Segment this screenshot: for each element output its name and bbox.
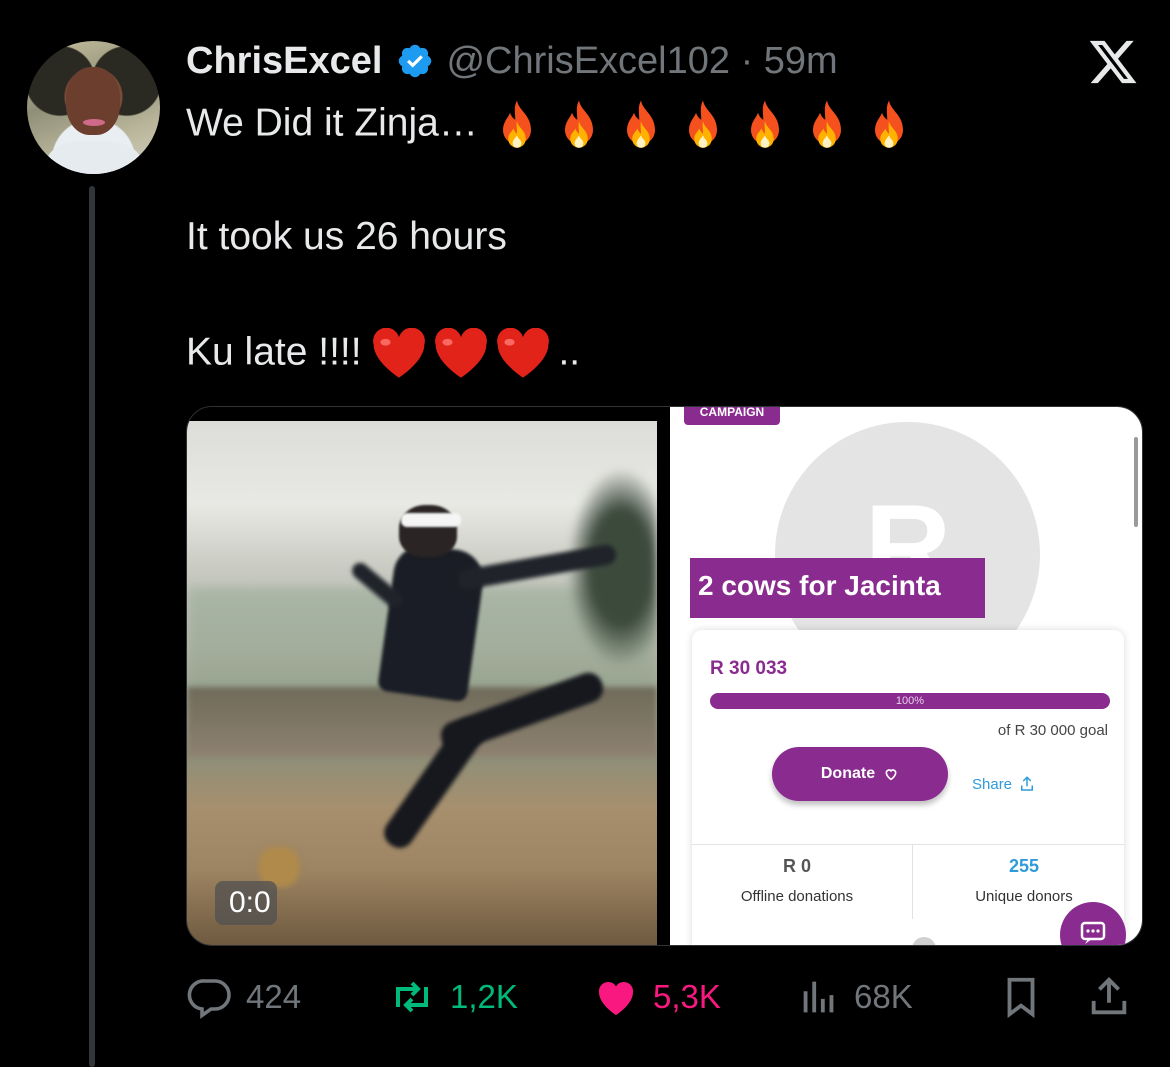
offline-donations-value: R 0: [782, 856, 811, 876]
avatar[interactable]: [27, 41, 160, 174]
fire-emoji-icon: [874, 100, 903, 148]
campaign-card: R 30 033 100% of R 30 000 goal Donate Sh…: [692, 630, 1124, 945]
fire-emoji-icon: [688, 100, 717, 148]
red-heart-emoji-icon: [435, 328, 488, 378]
media-grid[interactable]: 0:0 CAMPAIGN R 2 cows for Jacinta R 30 0…: [186, 406, 1143, 946]
views-count: 68K: [854, 978, 913, 1015]
stats-divider-vertical: [912, 844, 913, 919]
fire-emoji-icon: [812, 100, 841, 148]
scrollbar: [1134, 437, 1138, 527]
tweet-line-3: Ku late !!!! ..: [186, 328, 580, 380]
heart-filled-icon: [598, 981, 634, 1015]
campaign-screenshot[interactable]: CAMPAIGN R 2 cows for Jacinta R 30 033 1…: [670, 407, 1142, 945]
author-name[interactable]: ChrisExcel: [186, 40, 382, 83]
video-thumbnail[interactable]: 0:0: [187, 407, 657, 945]
fire-emoji-row: [489, 100, 923, 148]
views-button[interactable]: 68K: [796, 970, 913, 1024]
action-bar: 424 1,2K 5,3K 68K: [186, 970, 1141, 1024]
fire-emoji-icon: [502, 100, 531, 148]
chat-bubble-icon: [1060, 902, 1126, 945]
red-heart-emoji-icon: [497, 328, 550, 378]
campaign-title: 2 cows for Jacinta: [690, 558, 985, 618]
repost-count: 1,2K: [450, 978, 518, 1015]
chat-icon: [1080, 921, 1106, 944]
campaign-tag: CAMPAIGN: [684, 407, 780, 425]
heart-emoji-row: [372, 328, 558, 378]
amount-raised: R 30 033: [710, 658, 788, 679]
goal-text: of R 30 000 goal: [997, 722, 1108, 739]
x-logo-icon[interactable]: [1085, 36, 1141, 88]
like-count: 5,3K: [653, 978, 721, 1015]
share-link: Share: [972, 775, 1036, 793]
unique-donors-value: 255: [1008, 856, 1040, 876]
tweet-line-1: We Did it Zinja…: [186, 97, 923, 153]
video-timestamp: 0:0: [215, 881, 277, 925]
offline-donations-label: Offline donations: [740, 888, 854, 905]
fire-emoji-icon: [564, 100, 593, 148]
fire-emoji-icon: [626, 100, 655, 148]
fire-emoji-icon: [750, 100, 779, 148]
heart-outline-icon: [885, 769, 897, 781]
progress-bar: 100%: [710, 693, 1110, 709]
red-heart-emoji-icon: [373, 328, 426, 378]
tweet-text-line-1: We Did it Zinja…: [186, 101, 478, 145]
tweet-text-line-3: Ku late !!!!: [186, 330, 362, 374]
share-label: Share: [972, 775, 1013, 793]
avatar-lips: [83, 119, 105, 126]
share-arrow-icon: [1021, 776, 1034, 791]
reply-button[interactable]: 424: [186, 970, 301, 1024]
thread-line: [89, 186, 95, 1067]
repost-icon: [396, 981, 428, 1013]
verified-badge-icon: [399, 44, 432, 78]
share-button[interactable]: [1086, 970, 1144, 1024]
reply-count: 424: [246, 978, 302, 1015]
like-button[interactable]: 5,3K: [591, 970, 721, 1024]
donate-button: Donate: [772, 747, 948, 801]
progress-label: 100%: [895, 695, 925, 707]
bookmark-button[interactable]: [998, 970, 1056, 1024]
views-chart-icon: [803, 981, 834, 1013]
bookmark-icon: [1007, 977, 1035, 1019]
video-runner-cap: [401, 513, 461, 527]
tweet-header: ChrisExcel @ChrisExcel102 · 59m: [186, 36, 838, 86]
trailing-dots: ..: [558, 330, 581, 374]
handle-and-time[interactable]: @ChrisExcel102 · 59m: [446, 40, 837, 83]
donate-label: Donate: [820, 765, 876, 782]
stats-divider: [692, 844, 1124, 845]
share-icon: [1091, 977, 1127, 1015]
repost-button[interactable]: 1,2K: [386, 970, 518, 1024]
reply-icon: [187, 979, 231, 1019]
avatar-shirt: [47, 141, 141, 174]
tweet-text-line-2: It took us 26 hours: [186, 215, 507, 258]
